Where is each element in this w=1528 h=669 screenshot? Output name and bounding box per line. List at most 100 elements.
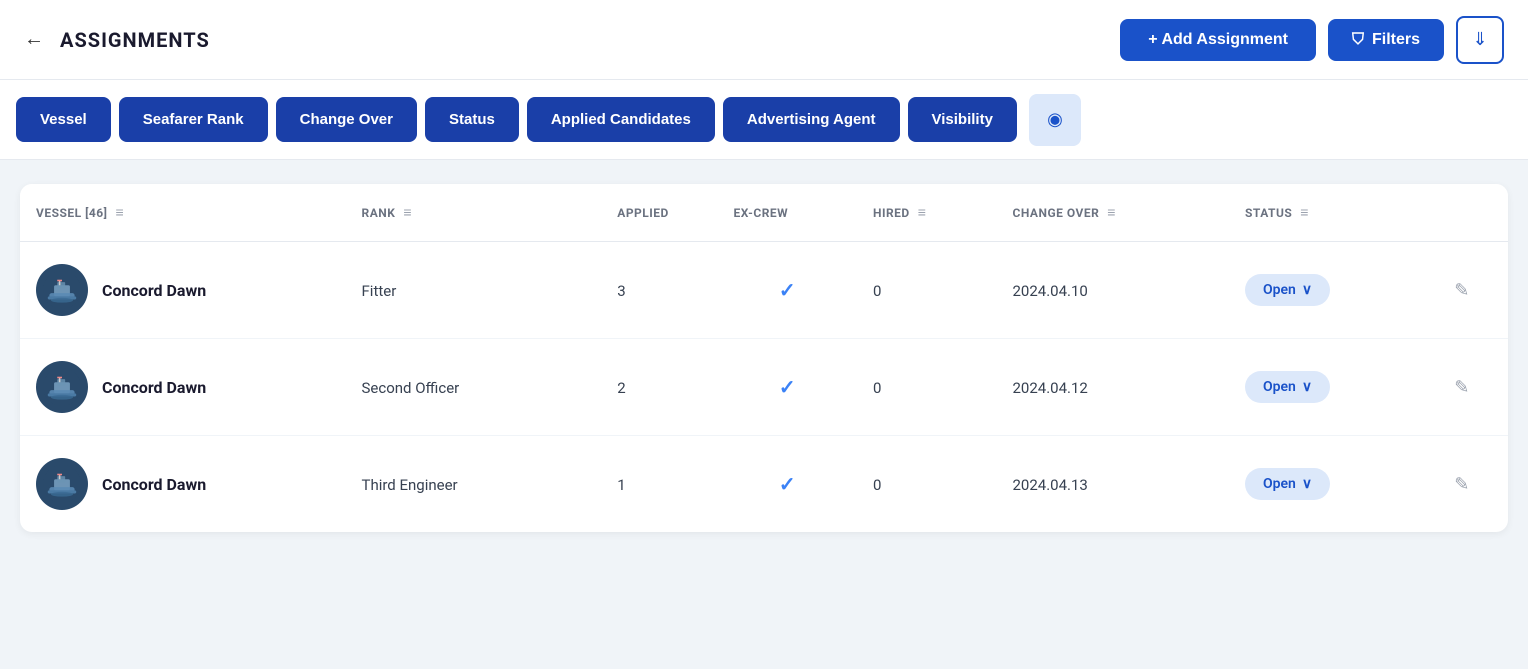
tab-vessel[interactable]: Vessel (16, 97, 111, 142)
col-vessel-label: VESSEL [46] (36, 206, 108, 220)
rank-cell-0: Fitter (346, 242, 602, 339)
applied-cell-2: 1 (601, 436, 717, 533)
vessel-avatar-0 (36, 264, 88, 316)
table-row: Concord Dawn Second Officer 2 ✓ 0 2024.0… (20, 339, 1508, 436)
hired-value-1: 0 (873, 379, 881, 397)
tab-advertising-agent[interactable]: Advertising Agent (723, 97, 900, 142)
clear-filters-button[interactable]: ◉ (1029, 94, 1081, 146)
tab-seafarer-rank[interactable]: Seafarer Rank (119, 97, 268, 142)
rank-filter-icon[interactable]: ≡ (403, 204, 412, 221)
hired-value-2: 0 (873, 476, 881, 494)
col-header-status: STATUS ≡ (1229, 184, 1438, 242)
col-header-action (1438, 184, 1508, 242)
edit-button-0[interactable]: ✎ (1454, 280, 1469, 301)
header-right: + Add Assignment ⛉ Filters ⇓ (1120, 16, 1504, 64)
table-card: VESSEL [46] ≡ RANK ≡ APPLIED (20, 184, 1508, 532)
header: ← ASSIGNMENTS + Add Assignment ⛉ Filters… (0, 0, 1528, 80)
download-icon: ⇓ (1472, 29, 1487, 50)
changeover-value-2: 2024.04.13 (1013, 476, 1088, 494)
changeover-cell-1: 2024.04.12 (997, 339, 1230, 436)
rank-text-0: Fitter (362, 282, 397, 300)
vessel-avatar-2 (36, 458, 88, 510)
col-header-applied: APPLIED (601, 184, 717, 242)
hired-filter-icon[interactable]: ≡ (918, 204, 927, 221)
status-cell-2: Open ∨ (1229, 436, 1438, 533)
rank-text-2: Third Engineer (362, 476, 458, 494)
col-status-label: STATUS (1245, 206, 1292, 220)
edit-button-2[interactable]: ✎ (1454, 474, 1469, 495)
changeover-value-1: 2024.04.12 (1013, 379, 1088, 397)
tab-change-over[interactable]: Change Over (276, 97, 417, 142)
status-label-0: Open (1263, 282, 1296, 298)
changeover-cell-2: 2024.04.13 (997, 436, 1230, 533)
status-dropdown-icon-2: ∨ (1302, 476, 1312, 492)
applied-cell-0: 3 (601, 242, 717, 339)
applied-value-1: 2 (617, 379, 625, 397)
table-header-row: VESSEL [46] ≡ RANK ≡ APPLIED (20, 184, 1508, 242)
status-badge-1[interactable]: Open ∨ (1245, 371, 1330, 403)
excrew-check-2: ✓ (779, 472, 796, 496)
tab-applied-candidates[interactable]: Applied Candidates (527, 97, 715, 142)
rank-text-1: Second Officer (362, 379, 460, 397)
applied-cell-1: 2 (601, 339, 717, 436)
back-icon: ← (24, 28, 44, 51)
table-row: Concord Dawn Fitter 3 ✓ 0 2024.04.10 Ope… (20, 242, 1508, 339)
back-button[interactable]: ← (24, 28, 44, 51)
col-header-changeover: CHANGE OVER ≡ (997, 184, 1230, 242)
col-excrew-label: EX-CREW (734, 206, 789, 220)
rank-cell-1: Second Officer (346, 339, 602, 436)
status-dropdown-icon-0: ∨ (1302, 282, 1312, 298)
hired-cell-0: 0 (857, 242, 997, 339)
vessel-cell-1: Concord Dawn (20, 339, 346, 436)
applied-value-2: 1 (617, 476, 625, 494)
col-hired-label: HIRED (873, 206, 910, 220)
status-cell-0: Open ∨ (1229, 242, 1438, 339)
vessel-name-2: Concord Dawn (102, 475, 206, 494)
add-assignment-label: + Add Assignment (1148, 31, 1288, 49)
page-title: ASSIGNMENTS (60, 28, 210, 52)
edit-button-1[interactable]: ✎ (1454, 377, 1469, 398)
col-header-rank: RANK ≡ (346, 184, 602, 242)
col-header-excrew: EX-CREW (718, 184, 858, 242)
table-row: Concord Dawn Third Engineer 1 ✓ 0 2024.0… (20, 436, 1508, 533)
vessel-cell-0: Concord Dawn (20, 242, 346, 339)
excrew-cell-0: ✓ (718, 242, 858, 339)
filter-tabs: Vessel Seafarer Rank Change Over Status … (0, 80, 1528, 160)
status-dropdown-icon-1: ∨ (1302, 379, 1312, 395)
hired-cell-1: 0 (857, 339, 997, 436)
header-left: ← ASSIGNMENTS (24, 28, 210, 52)
filters-button[interactable]: ⛉ Filters (1328, 19, 1444, 61)
rank-cell-2: Third Engineer (346, 436, 602, 533)
status-badge-0[interactable]: Open ∨ (1245, 274, 1330, 306)
changeover-value-0: 2024.04.10 (1013, 282, 1088, 300)
hired-value-0: 0 (873, 282, 881, 300)
download-button[interactable]: ⇓ (1456, 16, 1504, 64)
status-label-2: Open (1263, 476, 1296, 492)
excrew-cell-1: ✓ (718, 339, 858, 436)
status-badge-2[interactable]: Open ∨ (1245, 468, 1330, 500)
col-header-hired: HIRED ≡ (857, 184, 997, 242)
add-assignment-button[interactable]: + Add Assignment (1120, 19, 1316, 61)
tab-visibility[interactable]: Visibility (908, 97, 1017, 142)
status-cell-1: Open ∨ (1229, 339, 1438, 436)
status-filter-icon[interactable]: ≡ (1300, 204, 1309, 221)
col-rank-label: RANK (362, 206, 396, 220)
changeover-cell-0: 2024.04.10 (997, 242, 1230, 339)
tab-status[interactable]: Status (425, 97, 519, 142)
filter-icon: ⛉ (1352, 31, 1364, 49)
applied-value-0: 3 (617, 282, 625, 300)
col-applied-label: APPLIED (617, 206, 669, 220)
excrew-check-1: ✓ (779, 375, 796, 399)
status-label-1: Open (1263, 379, 1296, 395)
clear-icon: ◉ (1047, 109, 1063, 130)
action-cell-1: ✎ (1438, 339, 1508, 436)
changeover-filter-icon[interactable]: ≡ (1107, 204, 1116, 221)
vessel-filter-icon[interactable]: ≡ (116, 204, 125, 221)
action-cell-2: ✎ (1438, 436, 1508, 533)
filters-label: Filters (1372, 31, 1420, 49)
excrew-cell-2: ✓ (718, 436, 858, 533)
main-content: VESSEL [46] ≡ RANK ≡ APPLIED (0, 160, 1528, 556)
assignments-table: VESSEL [46] ≡ RANK ≡ APPLIED (20, 184, 1508, 532)
excrew-check-0: ✓ (779, 278, 796, 302)
vessel-name-0: Concord Dawn (102, 281, 206, 300)
